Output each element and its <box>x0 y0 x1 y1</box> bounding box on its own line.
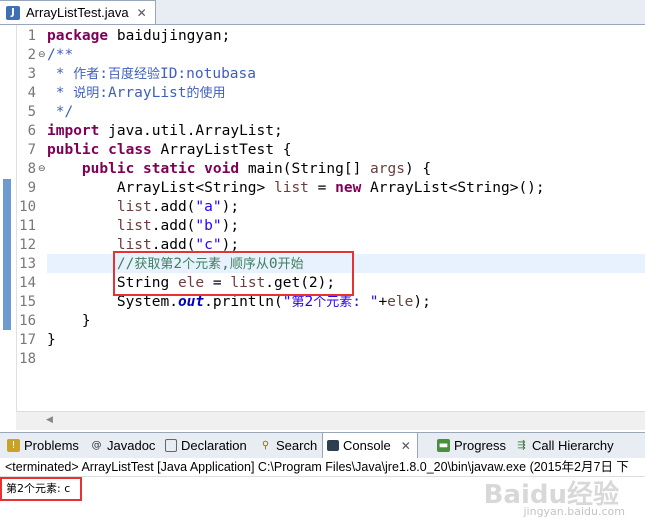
tab-declaration-label: Declaration <box>181 438 247 453</box>
line-number: 11 <box>19 218 36 234</box>
javadoc-icon: @ <box>91 440 102 451</box>
progress-icon: ▬ <box>437 439 450 452</box>
watermark-url: jingyan.baidu.com <box>523 505 625 518</box>
console-icon <box>327 440 339 451</box>
java-file-icon: J <box>6 5 20 20</box>
line-number: 12 <box>19 237 36 253</box>
code-line: } <box>47 313 91 329</box>
editor-tab-label: ArrayListTest.java <box>26 5 129 20</box>
search-icon: ⚲ <box>261 440 270 451</box>
code-line: public class ArrayListTest { <box>47 142 292 158</box>
line-number: 15 <box>19 294 36 310</box>
tab-javadoc[interactable]: @ Javadoc <box>90 433 156 458</box>
line-number-gutter: 1 2 ⊖ 3 4 5 6 7 8 ⊖ 9 10 11 12 13 14 15 16 17 18 <box>16 25 45 430</box>
highlight-box-output <box>0 477 82 501</box>
code-line: * 说明:ArrayList的使用 <box>47 85 226 101</box>
code-text[interactable]: package baidujingyan; /** * 作者:百度经验ID:not… <box>47 25 645 430</box>
call-hierarchy-icon: ⇶ <box>517 440 526 451</box>
editor-tab-arraylisttest[interactable]: J ArrayListTest.java ✕ <box>0 0 156 24</box>
editor-tab-bar: J ArrayListTest.java ✕ <box>0 0 645 25</box>
tab-javadoc-label: Javadoc <box>107 438 156 453</box>
line-number: 17 <box>19 332 36 348</box>
tab-search-label: Search <box>276 438 318 453</box>
code-line: public static void main(String[] args) { <box>81 161 432 177</box>
tab-call-hierarchy-label: Call Hierarchy <box>532 438 614 453</box>
line-number: 16 <box>19 313 36 329</box>
line-number: 13 <box>19 256 36 272</box>
line-number: 6 <box>27 123 36 139</box>
code-editor[interactable]: 1 2 ⊖ 3 4 5 6 7 8 ⊖ 9 10 11 12 13 14 15 16 17 18 package ba… <box>0 25 645 430</box>
line-number: 7 <box>27 142 36 158</box>
tab-search[interactable]: ⚲ Search <box>259 433 317 458</box>
change-marker <box>3 179 11 330</box>
code-line: list.add("a"); <box>116 199 240 215</box>
line-number: 9 <box>27 180 36 196</box>
code-line: package baidujingyan; <box>47 28 231 44</box>
tab-problems-label: Problems <box>24 438 79 453</box>
line-number: 3 <box>27 66 36 82</box>
overview-ruler <box>0 25 17 430</box>
view-tab-bar: ! Problems @ Javadoc Declaration ⚲ Searc… <box>0 432 645 459</box>
code-line: * 作者:百度经验ID:notubasa <box>47 66 256 82</box>
line-number: 1 <box>27 28 36 44</box>
fold-toggle-icon[interactable]: ⊖ <box>38 164 46 174</box>
highlight-box-code <box>113 251 354 296</box>
code-line: */ <box>47 104 74 120</box>
declaration-icon <box>165 439 177 452</box>
code-line: import java.util.ArrayList; <box>47 123 283 139</box>
tab-console-label: Console <box>343 438 391 453</box>
code-line: } <box>47 332 56 348</box>
fold-toggle-icon[interactable]: ⊖ <box>38 50 46 60</box>
line-number: 5 <box>27 104 36 120</box>
line-number: 4 <box>27 85 36 101</box>
tab-declaration[interactable]: Declaration <box>165 433 247 458</box>
code-line: ArrayList<String> list = new ArrayList<S… <box>47 180 545 196</box>
tab-call-hierarchy[interactable]: ⇶ Call Hierarchy <box>515 433 614 458</box>
line-number: 18 <box>19 351 36 367</box>
code-line: /** <box>47 47 74 63</box>
line-number: 10 <box>19 199 36 215</box>
problems-icon: ! <box>7 439 20 452</box>
code-line: list.add("b"); <box>116 218 240 234</box>
tab-problems[interactable]: ! Problems <box>7 433 79 458</box>
tab-progress-label: Progress <box>454 438 507 453</box>
line-number: 14 <box>19 275 36 291</box>
scroll-left-icon[interactable]: ◀ <box>46 414 53 425</box>
horizontal-scrollbar[interactable]: ◀ <box>16 411 645 430</box>
tab-progress[interactable]: ▬ Progress <box>437 433 506 458</box>
close-icon[interactable]: ✕ <box>401 439 411 453</box>
tab-console[interactable]: Console ✕ <box>322 433 418 458</box>
line-number: 2 <box>27 47 36 63</box>
line-number: 8 <box>27 161 36 177</box>
close-icon[interactable]: ✕ <box>137 6 147 20</box>
